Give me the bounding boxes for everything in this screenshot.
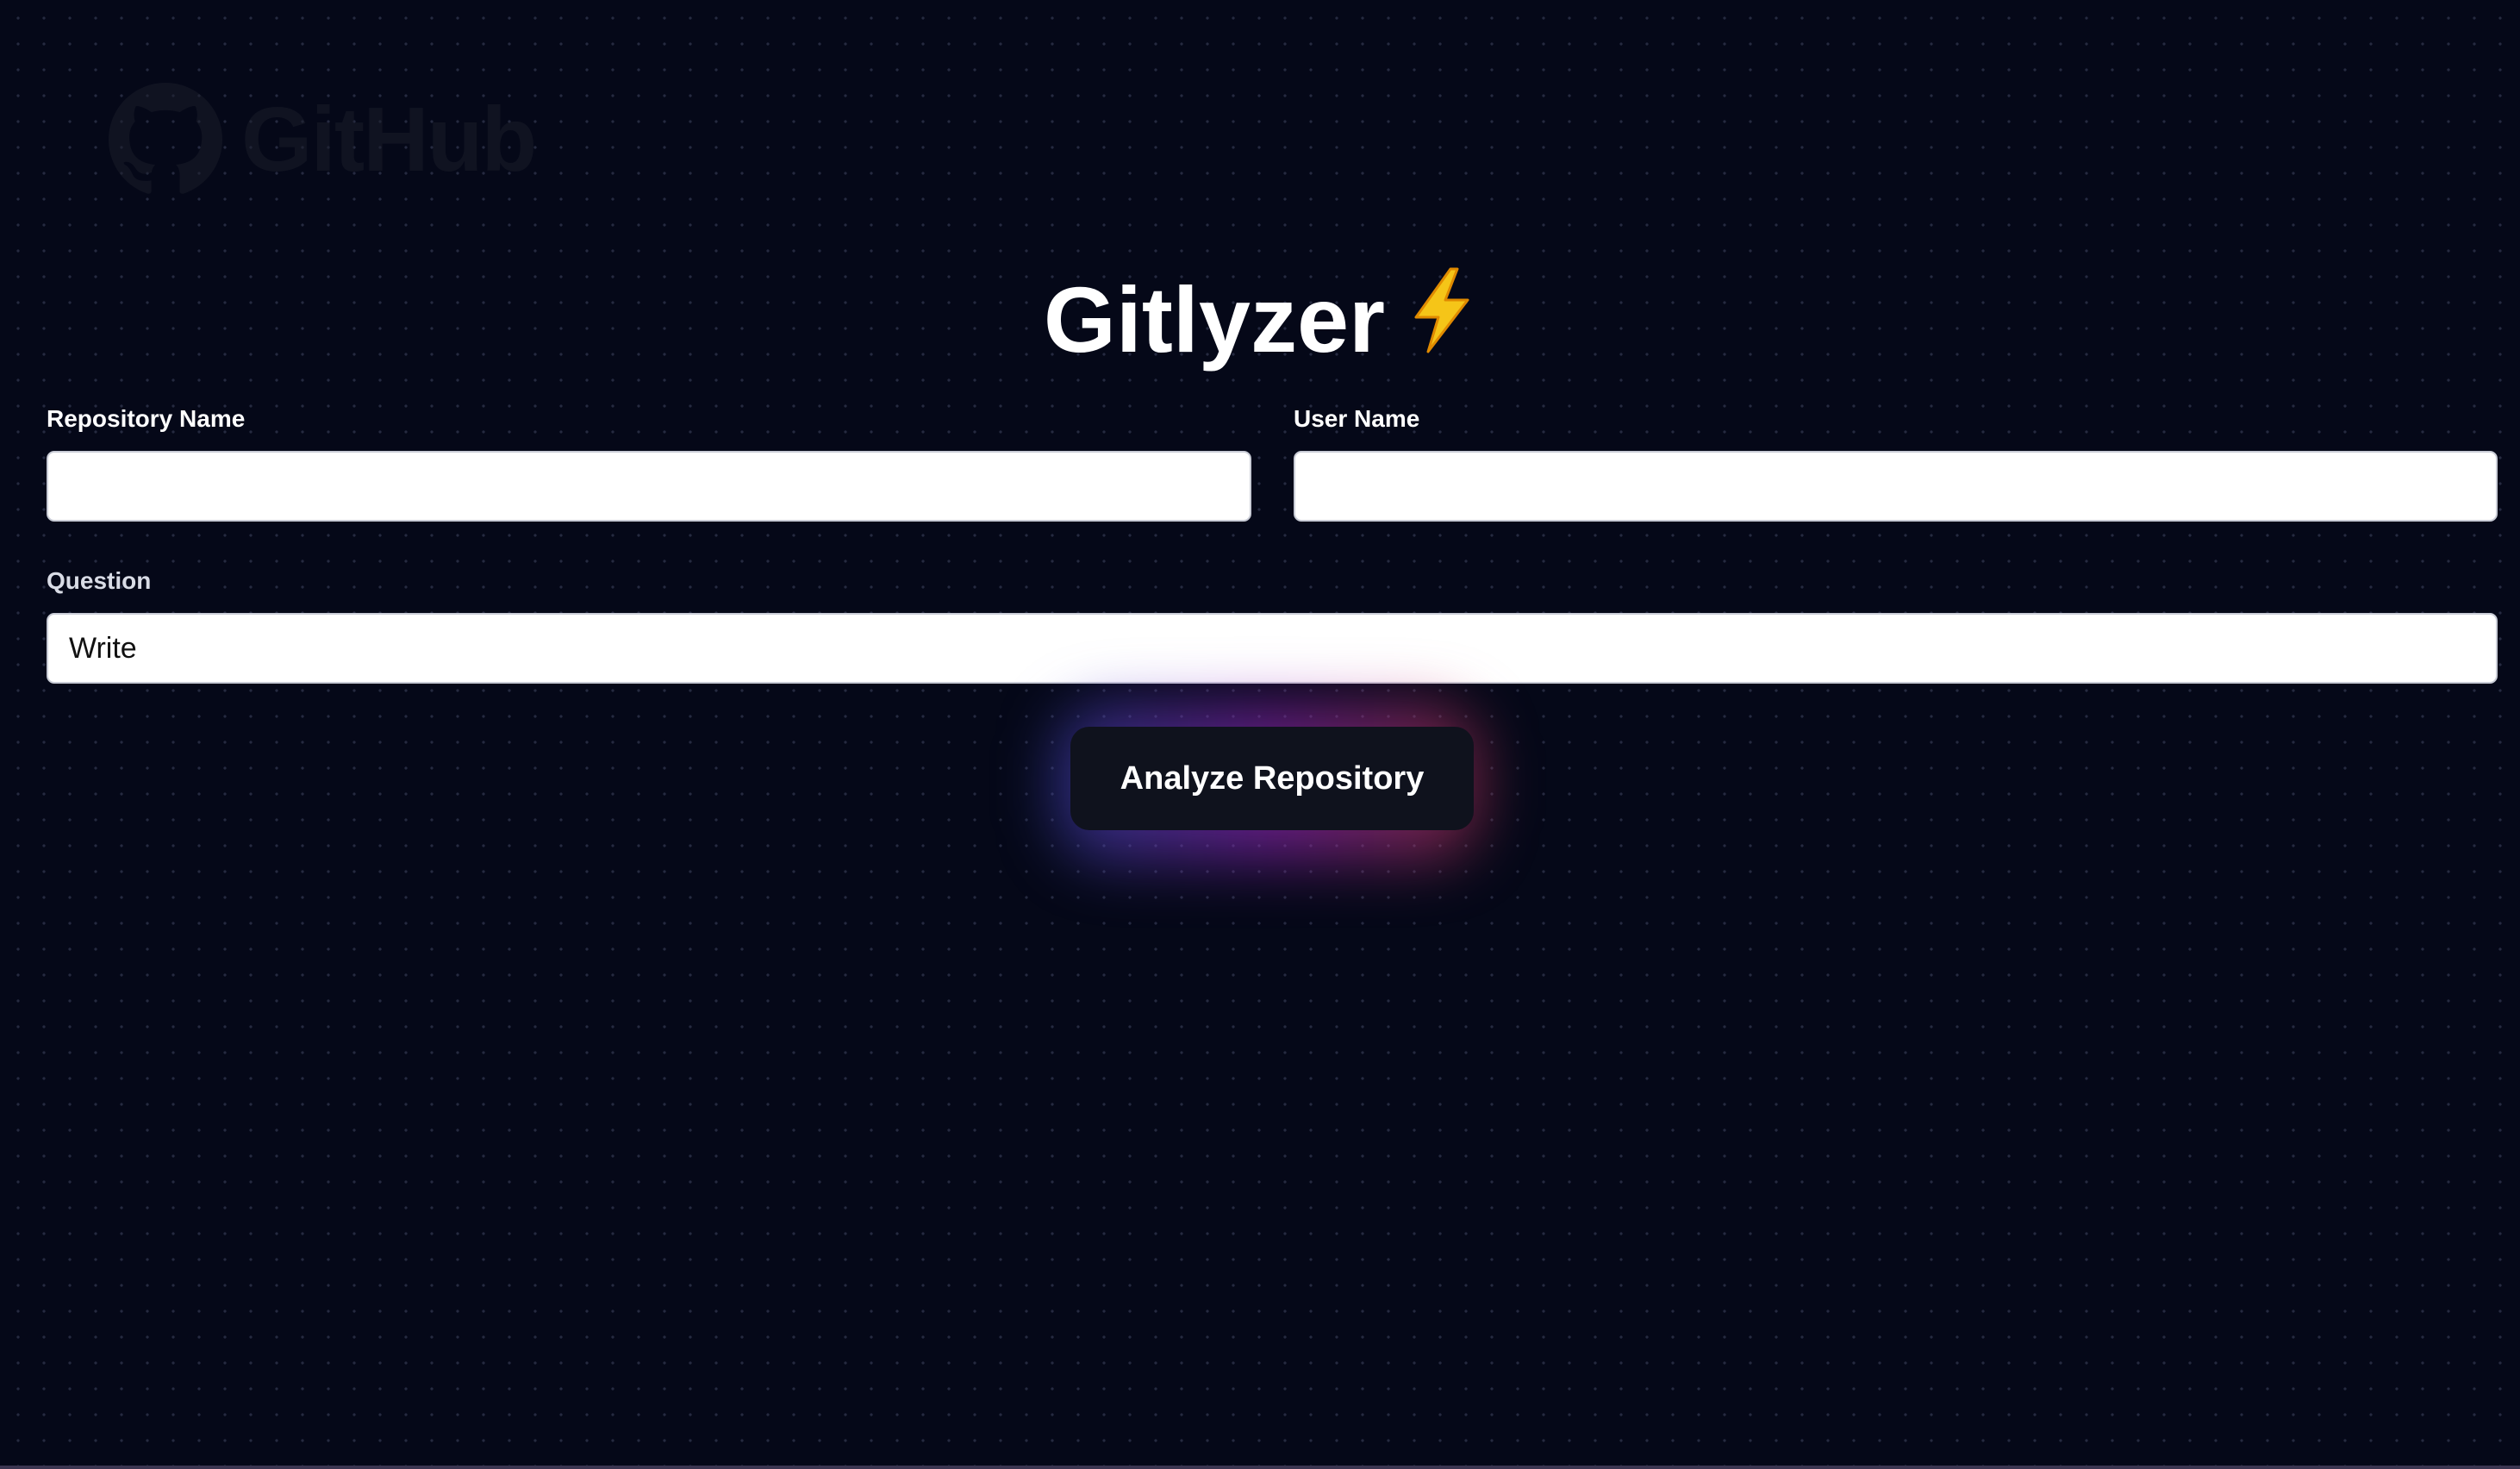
bottom-divider (0, 1466, 2520, 1469)
lightning-bolt-icon (1407, 266, 1476, 378)
github-wordmark: GitHub (241, 89, 537, 191)
page-title-text: Gitlyzer (1043, 267, 1386, 372)
question-input[interactable] (47, 613, 2498, 684)
user-name-label: User Name (1294, 405, 1420, 432)
repository-name-label: Repository Name (47, 405, 246, 432)
question-label: Question (47, 567, 152, 594)
repository-name-input[interactable] (47, 451, 1251, 522)
page-title: Gitlyzer (0, 264, 2520, 378)
user-name-input[interactable] (1294, 451, 2498, 522)
github-octocat-icon (109, 83, 222, 194)
github-logo[interactable]: GitHub (109, 83, 537, 197)
analyze-repository-button[interactable]: Analyze Repository (1070, 727, 1474, 830)
